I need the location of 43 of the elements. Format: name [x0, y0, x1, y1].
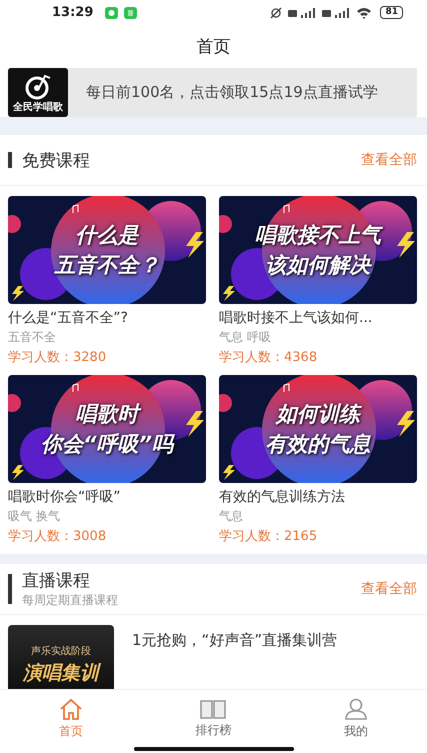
status-time: 13:29 [52, 5, 94, 20]
learner-count: 学习人数：3008 [8, 528, 108, 545]
section-title: 直播课程 [22, 570, 91, 592]
course-tags: 吸气 换气 [8, 508, 206, 525]
cover-title: 演唱集训 [23, 661, 99, 686]
home-icon [59, 698, 84, 720]
cover-title: 有效的气息 [266, 431, 370, 458]
promo-text: 每日前100名，点击领取15点19点直播试学 [86, 83, 378, 102]
cover-subtitle: 声乐实战阶段 [31, 644, 91, 658]
app-icon [124, 6, 138, 18]
music-disc-icon [25, 74, 51, 100]
cover-title: 你会“呼吸”吗 [40, 431, 174, 458]
tab-item[interactable]: 排行榜 [142, 690, 285, 747]
book-icon [200, 698, 226, 718]
cover-title: 五音不全？ [54, 252, 160, 279]
learner-count: 学习人数：4368 [219, 349, 318, 366]
learner-count: 学习人数：3280 [8, 349, 108, 366]
cover-title: 什么是 [76, 222, 138, 249]
signal-icon [322, 6, 350, 18]
course-tags: 气息 [219, 508, 417, 525]
chat-icon [105, 6, 118, 18]
user-icon [344, 698, 367, 720]
course-title[interactable]: 1元抢购，“好声音”直播集训营 [132, 631, 338, 689]
wifi-icon [356, 6, 372, 18]
course-title[interactable]: 什么是“五音不全”? [8, 309, 206, 327]
cover-title: 如何训练 [276, 401, 360, 428]
alarm-off-icon [270, 6, 282, 18]
tab-item[interactable]: 我的 [284, 690, 427, 747]
cover-title: 该如何解决 [266, 252, 370, 279]
course-title[interactable]: 唱歌时接不上气该如何... [219, 309, 417, 327]
section-subtitle: 每周定期直播课程 [22, 592, 119, 609]
battery-icon: 81 [380, 6, 403, 19]
course-cover[interactable]: 声乐实战阶段 演唱集训 [8, 625, 114, 689]
logo-text: 全民学唱歌 [13, 100, 63, 114]
course-title[interactable]: 有效的气息训练方法 [219, 488, 417, 506]
promo-banner[interactable]: 全民学唱歌 每日前100名，点击领取15点19点直播试学 [8, 68, 417, 117]
signal-icon [288, 6, 316, 18]
course-tags: 五音不全 [8, 329, 206, 346]
section-title: 免费课程 [22, 150, 91, 172]
course-tags: 气息 呼吸 [219, 329, 417, 346]
learner-count: 学习人数：2165 [219, 528, 318, 545]
page-title: 首页 [196, 36, 230, 58]
course-title[interactable]: 唱歌时你会“呼吸” [8, 488, 206, 506]
